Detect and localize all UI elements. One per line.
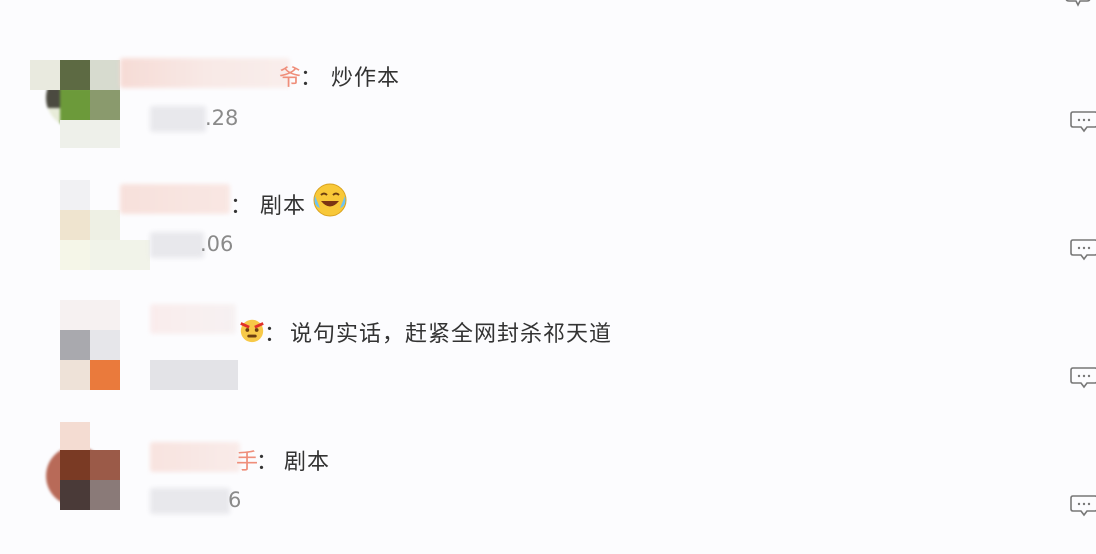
avatar-mosaic	[60, 450, 90, 480]
comment-text: 说句实话，赶紧全网封杀祁天道	[290, 322, 613, 347]
avatar-mosaic	[60, 422, 90, 450]
comment-bubble-icon[interactable]	[1070, 494, 1096, 518]
avatar-mosaic	[90, 210, 120, 240]
avatar-mosaic	[60, 120, 120, 148]
avatar-mosaic	[150, 360, 238, 390]
avatar-mosaic	[60, 60, 90, 90]
avatar-mosaic	[60, 330, 90, 360]
username-tail: 爷	[279, 66, 302, 91]
avatar-mosaic	[90, 480, 120, 510]
comment-item: 爷 ： 炒作本 .28	[0, 40, 1096, 168]
separator: ：	[230, 194, 254, 219]
avatar-mosaic	[60, 360, 90, 390]
timestamp-tail: 6	[228, 488, 242, 512]
comment-item: 手 ： 剧本 6	[0, 422, 1096, 552]
separator: ：	[300, 66, 324, 91]
comment-item: ： 说句实话，赶紧全网封杀祁天道	[0, 296, 1096, 424]
avatar-mosaic	[90, 60, 120, 90]
comment-bubble-icon[interactable]	[1070, 110, 1096, 134]
avatar-mosaic	[90, 90, 120, 120]
avatar-mosaic	[60, 210, 90, 240]
avatar-mosaic	[90, 330, 120, 360]
username-redacted[interactable]	[150, 442, 240, 472]
username-redacted[interactable]	[120, 58, 290, 88]
separator: ：	[256, 450, 280, 475]
username-tail: 手	[236, 450, 259, 475]
comment-bubble-icon[interactable]	[1070, 366, 1096, 390]
laughing-crying-emoji	[313, 183, 347, 217]
timestamp-redacted	[150, 488, 230, 514]
timestamp-redacted	[150, 232, 204, 258]
avatar-mosaic[interactable]	[60, 180, 90, 210]
timestamp-redacted	[150, 106, 206, 132]
comment-bubble-icon[interactable]	[1064, 0, 1092, 8]
avatar-mosaic	[60, 480, 90, 510]
avatar-mosaic	[60, 240, 90, 270]
username-redacted[interactable]	[120, 184, 230, 214]
comment-item: ： 剧本 .06	[0, 168, 1096, 296]
avatar-mosaic	[90, 360, 120, 390]
comment-text: 炒作本	[331, 66, 401, 91]
comment-text: 剧本	[260, 194, 307, 219]
comment-list-page: { "comments": [ { "name_tail": "爷", "sep…	[0, 0, 1096, 554]
timestamp-tail: .28	[205, 106, 239, 130]
angry-emoji	[240, 319, 264, 343]
avatar-mosaic[interactable]	[60, 300, 120, 330]
avatar-mosaic	[90, 240, 150, 270]
username-redacted[interactable]	[150, 304, 236, 334]
timestamp-tail: .06	[200, 232, 234, 256]
comment-text: 剧本	[284, 450, 331, 475]
comment-bubble-icon[interactable]	[1070, 238, 1096, 262]
avatar-mosaic	[30, 60, 60, 90]
separator: ：	[264, 322, 288, 347]
avatar-mosaic	[90, 450, 120, 480]
